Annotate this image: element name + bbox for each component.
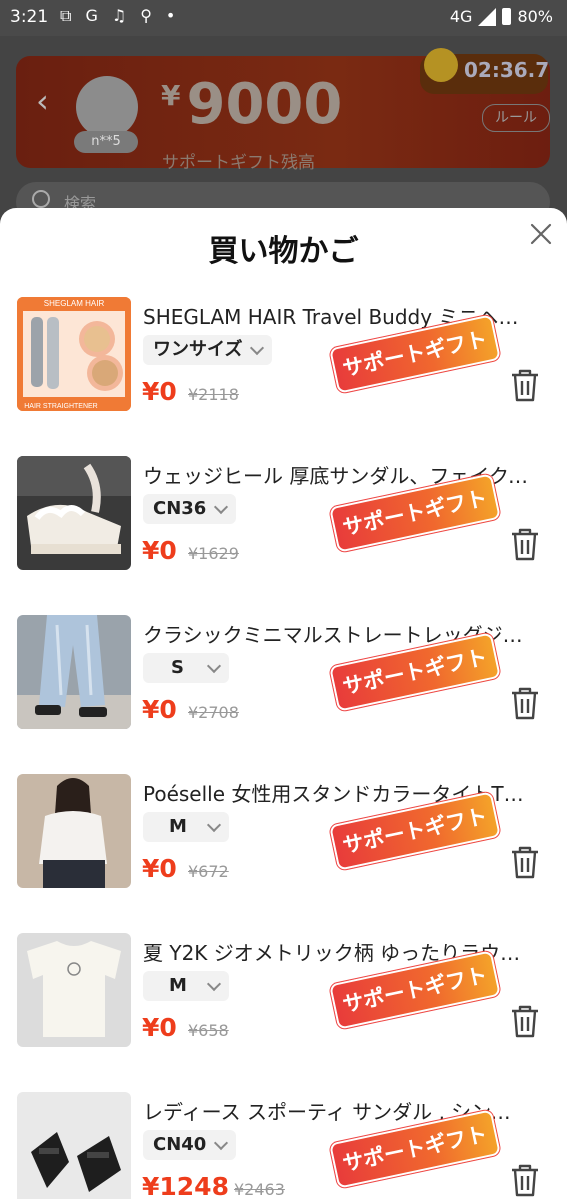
trash-icon[interactable] (508, 1162, 542, 1198)
product-image[interactable] (17, 456, 131, 570)
price: ¥1248 (142, 1172, 229, 1199)
cart-item: SHEGLAM HAIR HAIR STRAIGHTENER SHEGLAM H… (0, 297, 567, 456)
cart-item: レディース スポーティ サンダル , シンプル CN40 ¥1248 ¥2463… (0, 1092, 567, 1199)
price: ¥0 (142, 377, 177, 406)
size-selector[interactable]: M (143, 812, 229, 842)
medal-icon (424, 48, 458, 82)
size-value: CN36 (153, 498, 207, 519)
currency-symbol: ¥ (161, 79, 181, 112)
balance-amount: ¥9000 (161, 72, 342, 137)
size-selector[interactable]: ワンサイズ (143, 335, 273, 365)
notification-icons: ⧉ G ♫ ⚲ • (60, 6, 175, 26)
trash-icon[interactable] (508, 685, 542, 721)
chevron-down-icon (206, 658, 222, 674)
chevron-down-icon (214, 499, 229, 515)
original-price: ¥2463 (234, 1180, 285, 1199)
chevron-down-icon (206, 817, 222, 833)
chevron-down-icon (206, 976, 222, 992)
cart-item: 夏 Y2K ジオメトリック柄 ゆったりラウンドネックTシャツ M ¥0 ¥658… (0, 933, 567, 1092)
svg-text:SHEGLAM HAIR: SHEGLAM HAIR (44, 299, 105, 308)
status-bar: 3:21 ⧉ G ♫ ⚲ • 4G 80% (0, 0, 567, 36)
chevron-down-icon (250, 340, 265, 356)
original-price: ¥1629 (188, 544, 239, 563)
original-price: ¥672 (188, 862, 229, 881)
battery-icon (502, 8, 512, 25)
balance-subtitle: サポートギフト残高 (162, 153, 315, 173)
status-time: 3:21 (10, 7, 49, 27)
trash-icon[interactable] (508, 844, 542, 880)
original-price: ¥2708 (188, 703, 239, 722)
price: ¥0 (142, 1013, 177, 1042)
size-value: CN40 (153, 1134, 207, 1155)
balance-value: 9000 (186, 72, 343, 137)
product-image[interactable] (17, 1092, 131, 1199)
google-icon: G (85, 6, 98, 25)
product-image[interactable] (17, 774, 131, 888)
username-badge: n**5 (74, 131, 138, 153)
rule-button: ルール (482, 104, 550, 132)
cart-item: Poéselle 女性用スタンドカラータイトTシャツ M ¥0 ¥672 サポー… (0, 774, 567, 933)
cart-item: ウェッジヒール 厚底サンダル、フェイクパール CN36 ¥0 ¥1629 サポー… (0, 456, 567, 615)
svg-text:HAIR STRAIGHTENER: HAIR STRAIGHTENER (24, 403, 98, 410)
product-image[interactable] (17, 933, 131, 1047)
cart-item: クラシックミニマルストレートレッグジーンズ S ¥0 ¥2708 サポートギフト (0, 615, 567, 774)
music-icon: ♫ (111, 6, 127, 25)
countdown-timer: 02:36.7 (420, 48, 550, 94)
trash-icon[interactable] (508, 526, 542, 562)
size-selector[interactable]: M (143, 971, 229, 1001)
signal-icon (478, 7, 497, 26)
search-icon (32, 190, 50, 208)
size-value: ワンサイズ (153, 339, 243, 360)
size-selector[interactable]: S (143, 653, 229, 683)
product-image[interactable]: SHEGLAM HAIR HAIR STRAIGHTENER (17, 297, 131, 411)
product-image[interactable] (17, 615, 131, 729)
size-selector[interactable]: CN36 (143, 494, 237, 524)
price: ¥0 (142, 536, 177, 565)
battery-percent: 80% (517, 7, 553, 26)
location-icon: ⚲ (140, 6, 152, 25)
trash-icon[interactable] (508, 1003, 542, 1039)
avatar (76, 76, 138, 138)
timer-text: 02:36.7 (464, 58, 550, 82)
notification-app-icon: ⧉ (60, 6, 72, 25)
original-price: ¥2118 (188, 385, 239, 404)
original-price: ¥658 (188, 1021, 229, 1040)
price: ¥0 (142, 854, 177, 883)
price: ¥0 (142, 695, 177, 724)
trash-icon[interactable] (508, 367, 542, 403)
size-value: M (169, 816, 187, 837)
back-arrow-icon: ‹ (36, 82, 49, 120)
more-dot-icon: • (165, 6, 176, 25)
size-selector[interactable]: CN40 (143, 1130, 237, 1160)
sheet-title: 買い物かご (208, 234, 359, 269)
network-type: 4G (449, 7, 473, 26)
size-value: M (169, 975, 187, 996)
close-icon[interactable] (529, 222, 553, 246)
chevron-down-icon (214, 1135, 229, 1151)
cart-sheet: 買い物かご SHEGLAM HAIR HAIR STRAIGHTENER SHE… (0, 208, 567, 1199)
size-value: S (171, 657, 184, 678)
